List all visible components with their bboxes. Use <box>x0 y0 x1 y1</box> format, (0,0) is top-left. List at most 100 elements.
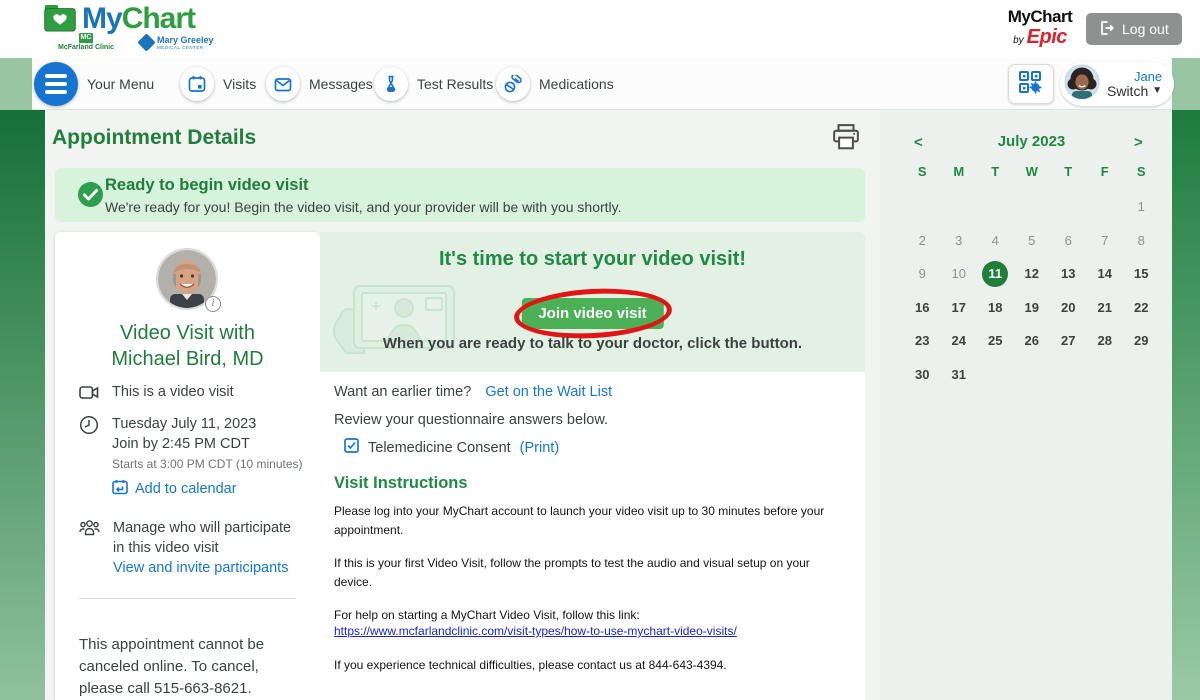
nav-visits[interactable]: Visits <box>180 58 256 110</box>
calendar-day-headers: SMTWTFS <box>904 164 1160 179</box>
details-panel: Want an earlier time? Get on the Wait Li… <box>320 372 865 700</box>
navbar-left-strip <box>0 58 32 110</box>
qr-code-button[interactable] <box>1008 64 1054 104</box>
calendar-day-empty <box>977 190 1014 224</box>
visit-title-line1: Video Visit with <box>55 320 320 346</box>
calendar-day[interactable]: 10 <box>941 257 978 291</box>
calendar-day[interactable]: 9 <box>904 257 941 291</box>
calendar-day[interactable]: 15 <box>1123 257 1160 291</box>
calendar-day[interactable]: 25 <box>977 324 1014 358</box>
invite-participants-link[interactable]: View and invite participants <box>113 558 298 578</box>
visit-starts-note: Starts at 3:00 PM CDT (10 minutes) <box>112 457 303 471</box>
calendar-day-empty <box>1050 358 1087 392</box>
profile-switch-button[interactable]: Jane Switch▼ <box>1060 62 1174 106</box>
add-to-calendar-link[interactable]: Add to calendar <box>112 479 303 499</box>
calendar-day-header: S <box>904 164 941 179</box>
clock-icon <box>79 414 99 499</box>
calendar-day[interactable]: 17 <box>941 291 978 325</box>
nav-your-menu[interactable]: Your Menu <box>34 58 154 110</box>
calendar-day[interactable]: 5 <box>1014 224 1051 258</box>
calendar-day[interactable]: 12 <box>1014 257 1051 291</box>
participants-row: Manage who will participate in this vide… <box>79 518 298 578</box>
calendar-day-empty <box>1123 358 1160 392</box>
calendar-day[interactable]: 13 <box>1050 257 1087 291</box>
instructions-paragraph-3: For help on starting a MyChart Video Vis… <box>334 606 839 625</box>
visit-card: i Video Visit with Michael Bird, MD This… <box>55 232 320 700</box>
calendar-day[interactable]: 11 <box>977 257 1014 291</box>
calendar-day[interactable]: 31 <box>941 358 978 392</box>
calendar-day[interactable]: 4 <box>977 224 1014 258</box>
wait-list-row: Want an earlier time? Get on the Wait Li… <box>334 384 612 400</box>
help-url-link[interactable]: https://www.mcfarlandclinic.com/visit-ty… <box>334 624 737 638</box>
hamburger-menu-icon <box>34 62 78 106</box>
calendar-grid: 1234567891011121314151617181920212223242… <box>904 190 1160 391</box>
consent-print-link[interactable]: (Print) <box>520 440 559 456</box>
flask-icon <box>374 67 408 101</box>
calendar-add-icon <box>112 479 128 499</box>
calendar-day-empty <box>904 190 941 224</box>
qr-virus-icon <box>1018 70 1044 99</box>
instructions-paragraph-2: If this is your first Video Visit, follo… <box>334 554 839 591</box>
calendar-day-empty <box>1087 190 1124 224</box>
nav-medications[interactable]: Medications <box>496 58 614 110</box>
consent-label: Telemedicine Consent <box>368 440 511 456</box>
calendar-icon <box>180 67 214 101</box>
join-video-visit-button[interactable]: Join video visit <box>521 298 663 329</box>
calendar-next-button[interactable]: > <box>1128 132 1149 153</box>
calendar-day[interactable]: 30 <box>904 358 941 392</box>
calendar-day[interactable]: 18 <box>977 291 1014 325</box>
calendar-day-empty <box>1050 190 1087 224</box>
review-text: Review your questionnaire answers below. <box>334 412 608 428</box>
provider-info-icon[interactable]: i <box>205 296 221 312</box>
pills-icon <box>496 67 530 101</box>
calendar-day[interactable]: 20 <box>1050 291 1087 325</box>
calendar-day[interactable]: 14 <box>1087 257 1124 291</box>
calendar-day[interactable]: 8 <box>1123 224 1160 258</box>
calendar-day[interactable]: 26 <box>1014 324 1051 358</box>
left-green-strip <box>0 110 45 700</box>
calendar-day-empty <box>941 190 978 224</box>
calendar-day[interactable]: 16 <box>904 291 941 325</box>
calendar-day[interactable]: 24 <box>941 324 978 358</box>
calendar-day-empty <box>1014 190 1051 224</box>
mary-greeley-logo: Mary Greeley MEDICAL CENTER <box>140 35 214 50</box>
calendar-day[interactable]: 23 <box>904 324 941 358</box>
mcfarland-logo: MC McFarland Clinic <box>58 33 114 51</box>
visit-title-line2: Michael Bird, MD <box>55 346 320 372</box>
calendar-day[interactable]: 28 <box>1087 324 1124 358</box>
calendar-day[interactable]: 22 <box>1123 291 1160 325</box>
calendar-day[interactable]: 6 <box>1050 224 1087 258</box>
visit-type-row: This is a video visit <box>79 384 234 404</box>
wait-list-link[interactable]: Get on the Wait List <box>485 384 612 400</box>
avatar <box>1064 64 1100 105</box>
calendar-day[interactable]: 2 <box>904 224 941 258</box>
mary-greeley-cube-icon <box>137 33 155 51</box>
calendar-day-header: M <box>941 164 978 179</box>
instructions-paragraph-1: Please log into your MyChart account to … <box>334 502 839 539</box>
nav-messages[interactable]: Messages <box>266 58 373 110</box>
print-button[interactable] <box>830 122 862 154</box>
calendar-day[interactable]: 21 <box>1087 291 1124 325</box>
calendar-day[interactable]: 3 <box>941 224 978 258</box>
org-logos: MC McFarland Clinic Mary Greeley MEDICAL… <box>58 33 214 51</box>
calendar-day-header: F <box>1087 164 1124 179</box>
instructions-paragraph-4: If you experience technical difficulties… <box>334 656 839 675</box>
earlier-question: Want an earlier time? <box>334 384 471 400</box>
participants-text: Manage who will participate in this vide… <box>113 520 291 556</box>
nav-test-results[interactable]: Test Results <box>374 58 493 110</box>
visit-join-by: Join by 2:45 PM CDT <box>112 434 303 454</box>
page-title: Appointment Details <box>52 126 256 150</box>
start-video-panel: It's time to start your video visit! Joi… <box>320 232 865 372</box>
calendar-day[interactable]: 29 <box>1123 324 1160 358</box>
logout-button[interactable]: Log out <box>1086 13 1182 45</box>
logout-icon <box>1099 20 1115 39</box>
calendar-day[interactable]: 1 <box>1123 190 1160 224</box>
calendar-day[interactable]: 19 <box>1014 291 1051 325</box>
calendar-month-label: July 2023 <box>904 133 1159 150</box>
chevron-down-icon: ▼ <box>1152 84 1162 98</box>
visit-instructions-title: Visit Instructions <box>334 474 468 493</box>
header: MyChart MC McFarland Clinic Mary Greeley… <box>0 0 1200 58</box>
calendar-day[interactable]: 27 <box>1050 324 1087 358</box>
card-divider <box>79 598 296 599</box>
calendar-day[interactable]: 7 <box>1087 224 1124 258</box>
